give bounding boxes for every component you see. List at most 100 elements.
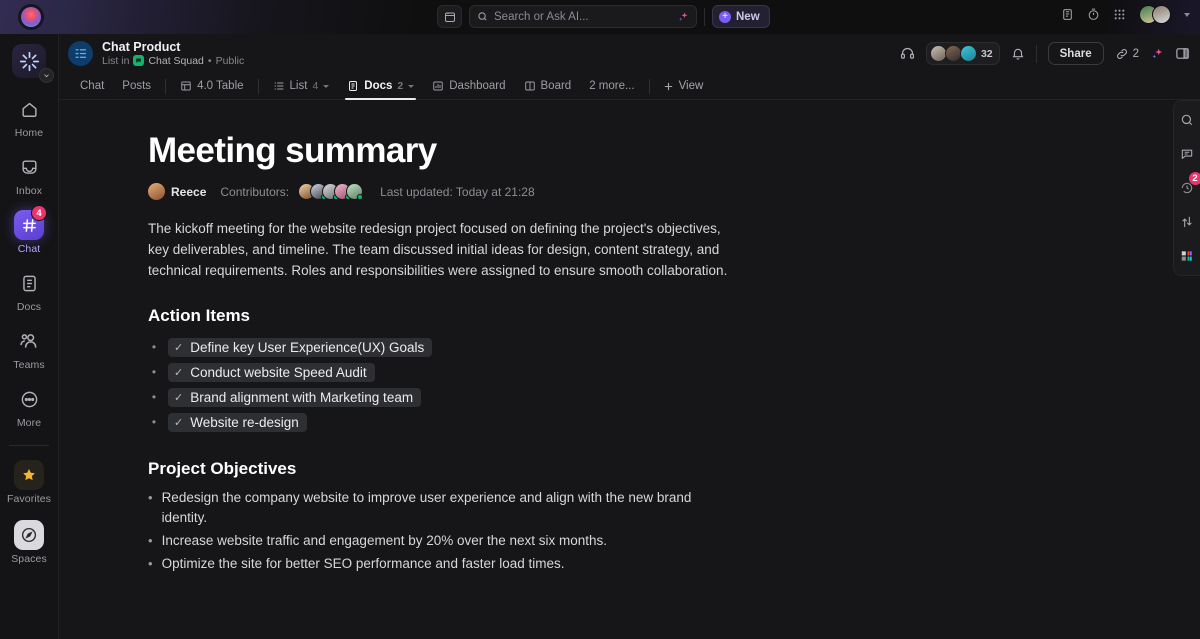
- tab-docs[interactable]: Docs 2: [338, 73, 423, 100]
- breadcrumb-prefix: List in: [102, 54, 129, 68]
- task-chip[interactable]: ✓ Define key User Experience(UX) Goals: [168, 338, 432, 357]
- last-updated: Last updated: Today at 21:28: [380, 185, 535, 199]
- share-button[interactable]: Share: [1048, 42, 1104, 65]
- chat-badge: 4: [31, 205, 47, 221]
- new-button[interactable]: + New: [712, 5, 770, 28]
- list-item[interactable]: • ✓ Conduct website Speed Audit: [148, 360, 1200, 384]
- member-avatars[interactable]: 32: [926, 42, 1000, 65]
- sidebar-item-spaces[interactable]: Spaces: [3, 520, 55, 565]
- list-app-icon: [68, 41, 93, 66]
- sparkle-icon[interactable]: [1150, 47, 1164, 61]
- link-count[interactable]: 2: [1115, 47, 1139, 61]
- tab-count: 2: [397, 80, 403, 92]
- tab-label: Dashboard: [449, 80, 505, 92]
- tab-dashboard[interactable]: Dashboard: [423, 73, 514, 100]
- rail-history-button[interactable]: 2: [1178, 178, 1197, 197]
- tab-chat[interactable]: Chat: [71, 73, 113, 100]
- workspace-starburst-icon[interactable]: [12, 44, 46, 78]
- member-count: 32: [981, 48, 993, 60]
- sidebar-item-home[interactable]: Home: [3, 94, 55, 139]
- sidebar-item-label: Inbox: [16, 185, 42, 197]
- action-items-heading: Action Items: [148, 306, 1200, 326]
- chevron-down-icon[interactable]: [408, 85, 414, 88]
- left-sidebar: Home Inbox 4 Chat: [0, 34, 59, 639]
- content-header: Chat Product List in Chat Squad • Public: [59, 34, 1200, 73]
- workspace-switcher-chevron-icon[interactable]: [39, 68, 54, 83]
- chevron-down-icon[interactable]: [1184, 13, 1190, 17]
- breadcrumb-space-name[interactable]: Chat Squad: [148, 54, 203, 68]
- sidebar-item-more[interactable]: More: [3, 384, 55, 429]
- ellipsis-circle-icon: [14, 384, 44, 414]
- task-chip[interactable]: ✓ Conduct website Speed Audit: [168, 363, 375, 382]
- tab-board[interactable]: Board: [515, 73, 581, 100]
- contributors-label: Contributors:: [220, 185, 289, 199]
- sidebar-item-chat[interactable]: 4 Chat: [3, 210, 55, 255]
- header-divider: [1036, 45, 1037, 63]
- chevron-down-icon[interactable]: [323, 85, 329, 88]
- tab-posts[interactable]: Posts: [113, 73, 160, 100]
- task-chip[interactable]: ✓ Brand alignment with Marketing team: [168, 388, 421, 407]
- rail-relationships-button[interactable]: [1178, 212, 1197, 231]
- breadcrumb-visibility: Public: [216, 54, 245, 68]
- bell-icon[interactable]: [1011, 47, 1025, 61]
- list-item[interactable]: • Optimize the site for better SEO perfo…: [148, 554, 708, 574]
- tab-label: 4.0 Table: [197, 80, 243, 92]
- top-divider: [704, 8, 705, 26]
- stopwatch-icon[interactable]: [1087, 8, 1100, 21]
- rail-figma-button[interactable]: [1178, 246, 1197, 265]
- breadcrumb-separator: •: [208, 54, 212, 68]
- add-view-label: View: [679, 80, 704, 92]
- sidebar-item-favorites[interactable]: Favorites: [3, 460, 55, 505]
- account-avatars[interactable]: [1139, 5, 1171, 24]
- sparkle-icon[interactable]: [677, 11, 689, 23]
- top-bar: Search or Ask AI... + New: [0, 0, 1200, 34]
- objectives-list: • Redesign the company website to improv…: [148, 488, 708, 574]
- sidebar-item-teams[interactable]: Teams: [3, 326, 55, 371]
- clipboard-icon[interactable]: [1061, 8, 1074, 21]
- tab-more[interactable]: 2 more...: [580, 73, 643, 100]
- document-paragraph[interactable]: The kickoff meeting for the website rede…: [148, 218, 734, 281]
- document-byline: Reece Contributors: Last updated: Today …: [148, 183, 1200, 200]
- app-logo-icon[interactable]: [21, 7, 41, 27]
- search-input[interactable]: Search or Ask AI...: [469, 5, 697, 28]
- tab-more-label: 2 more...: [589, 80, 634, 92]
- presence-dot: [357, 194, 363, 200]
- apps-grid-icon[interactable]: [1113, 8, 1126, 21]
- plus-icon: [663, 81, 674, 92]
- document-author[interactable]: Reece: [148, 183, 206, 200]
- sidebar-item-label: Favorites: [7, 493, 51, 505]
- sidebar-item-label: Chat: [18, 243, 41, 255]
- list-item[interactable]: • Increase website traffic and engagemen…: [148, 531, 708, 551]
- list-item[interactable]: • ✓ Define key User Experience(UX) Goals: [148, 335, 1200, 359]
- tab-label: List: [290, 80, 308, 92]
- list-item[interactable]: • ✓ Website re-design: [148, 410, 1200, 434]
- tab-list[interactable]: List 4: [264, 73, 339, 100]
- calendar-icon[interactable]: [437, 5, 462, 28]
- side-panel-icon[interactable]: [1175, 46, 1190, 61]
- tab-label: Docs: [364, 80, 392, 92]
- headphones-icon[interactable]: [900, 46, 915, 61]
- sidebar-item-inbox[interactable]: Inbox: [3, 152, 55, 197]
- list-icon: [273, 80, 285, 92]
- document-body: Meeting summary Reece Contributors:: [59, 100, 1200, 574]
- sidebar-nav: Home Inbox 4 Chat: [0, 94, 58, 429]
- contributor-avatars[interactable]: [298, 183, 363, 200]
- avatar: [960, 45, 977, 62]
- task-label: Website re-design: [190, 415, 299, 430]
- plus-circle-icon: +: [719, 11, 731, 23]
- link-count-value: 2: [1133, 48, 1139, 60]
- tab-label: Chat: [80, 80, 104, 92]
- sidebar-item-label: Spaces: [11, 553, 47, 565]
- list-item[interactable]: • ✓ Brand alignment with Marketing team: [148, 385, 1200, 409]
- add-view-button[interactable]: View: [655, 80, 712, 92]
- avatar: [1152, 5, 1171, 24]
- rail-comments-button[interactable]: [1178, 144, 1197, 163]
- list-item[interactable]: • Redesign the company website to improv…: [148, 488, 708, 528]
- document-title[interactable]: Meeting summary: [148, 130, 1200, 172]
- right-toolbar: 2: [1173, 100, 1200, 276]
- sidebar-item-docs[interactable]: Docs: [3, 268, 55, 313]
- rail-search-button[interactable]: [1178, 110, 1197, 129]
- tab-table[interactable]: 4.0 Table: [171, 73, 252, 100]
- objective-text: Increase website traffic and engagement …: [162, 531, 608, 551]
- task-chip[interactable]: ✓ Website re-design: [168, 413, 307, 432]
